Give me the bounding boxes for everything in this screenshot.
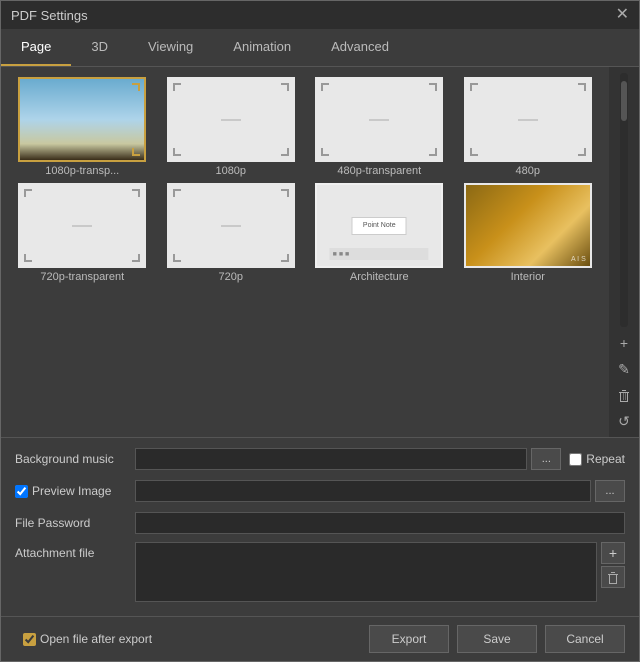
save-button[interactable]: Save bbox=[457, 625, 537, 653]
list-item[interactable]: A I S Interior bbox=[457, 183, 600, 283]
thumbnail-label: Architecture bbox=[350, 271, 409, 283]
footer-buttons: Export Save Cancel bbox=[369, 625, 625, 653]
thumbnail-label: 720p-transparent bbox=[40, 271, 124, 283]
bg-music-browse-button[interactable]: ... bbox=[531, 448, 561, 470]
thumbnail-label: Interior bbox=[511, 271, 545, 283]
thumbnail-label: 1080p bbox=[215, 165, 246, 177]
open-after-export-label: Open file after export bbox=[23, 632, 152, 646]
list-item[interactable]: 1080p-transp... bbox=[11, 77, 154, 177]
list-item[interactable]: 480p bbox=[457, 77, 600, 177]
thumbnail-image[interactable]: Point Note ■ ■ ■ bbox=[315, 183, 443, 268]
thumbnail-image[interactable] bbox=[167, 183, 295, 268]
edit-button[interactable]: ✎ bbox=[612, 357, 636, 381]
tab-3d[interactable]: 3D bbox=[71, 29, 128, 66]
tab-viewing[interactable]: Viewing bbox=[128, 29, 213, 66]
title-bar: PDF Settings ✕ bbox=[1, 1, 639, 29]
thumbnail-image[interactable]: A I S bbox=[464, 183, 592, 268]
bg-music-row: Background music ... Repeat bbox=[15, 446, 625, 472]
list-item[interactable]: 720p bbox=[160, 183, 303, 283]
delete-attachment-button[interactable] bbox=[601, 566, 625, 588]
tab-advanced[interactable]: Advanced bbox=[311, 29, 409, 66]
file-password-row: File Password bbox=[15, 510, 625, 536]
thumbnail-image[interactable] bbox=[18, 183, 146, 268]
thumbnail-grid: 1080p-transp... 1080p bbox=[11, 77, 599, 289]
dialog-title: PDF Settings bbox=[11, 8, 88, 23]
cancel-button[interactable]: Cancel bbox=[545, 625, 625, 653]
repeat-checkbox[interactable] bbox=[569, 453, 582, 466]
thumbnail-label: 1080p-transp... bbox=[45, 165, 119, 177]
thumbnail-image[interactable] bbox=[18, 77, 146, 162]
thumbnail-image[interactable] bbox=[464, 77, 592, 162]
file-password-input[interactable] bbox=[135, 512, 625, 534]
pdf-settings-dialog: PDF Settings ✕ Page 3D Viewing Animation… bbox=[0, 0, 640, 662]
thumbnail-label: 720p bbox=[219, 271, 243, 283]
tab-bar: Page 3D Viewing Animation Advanced bbox=[1, 29, 639, 67]
preview-image-checkbox[interactable] bbox=[15, 485, 28, 498]
footer-left: Open file after export bbox=[15, 632, 152, 646]
thumbnail-label: 480p bbox=[516, 165, 540, 177]
add-button[interactable]: + bbox=[612, 331, 636, 355]
bottom-form: Background music ... Repeat Preview Imag… bbox=[1, 437, 639, 616]
close-button[interactable]: ✕ bbox=[616, 7, 629, 23]
bg-music-input[interactable] bbox=[135, 448, 527, 470]
thumbnail-grid-panel: 1080p-transp... 1080p bbox=[1, 67, 609, 437]
preview-image-label: Preview Image bbox=[15, 484, 135, 498]
bg-music-label: Background music bbox=[15, 452, 135, 466]
file-password-label: File Password bbox=[15, 516, 135, 530]
delete-button[interactable] bbox=[612, 383, 636, 407]
attachment-textarea[interactable] bbox=[135, 542, 597, 602]
preview-image-row: Preview Image ... bbox=[15, 478, 625, 504]
preview-image-input[interactable] bbox=[135, 480, 591, 502]
list-item[interactable]: 1080p bbox=[160, 77, 303, 177]
preview-image-browse-button[interactable]: ... bbox=[595, 480, 625, 502]
export-button[interactable]: Export bbox=[369, 625, 449, 653]
footer: Open file after export Export Save Cance… bbox=[1, 616, 639, 661]
thumbnail-image[interactable] bbox=[167, 77, 295, 162]
tab-page[interactable]: Page bbox=[1, 29, 71, 66]
add-attachment-button[interactable]: + bbox=[601, 542, 625, 564]
thumbnail-image[interactable] bbox=[315, 77, 443, 162]
attachment-file-row: Attachment file + bbox=[15, 542, 625, 602]
tab-animation[interactable]: Animation bbox=[213, 29, 311, 66]
open-after-export-checkbox[interactable] bbox=[23, 633, 36, 646]
repeat-checkbox-label: Repeat bbox=[569, 452, 625, 466]
list-item[interactable]: Point Note ■ ■ ■ Architecture bbox=[308, 183, 451, 283]
sidebar-tools: + ✎ ↺ bbox=[609, 67, 639, 437]
list-item[interactable]: 480p-transparent bbox=[308, 77, 451, 177]
attachment-side-buttons: + bbox=[601, 542, 625, 588]
thumbnail-label: 480p-transparent bbox=[337, 165, 421, 177]
attachment-file-label: Attachment file bbox=[15, 542, 135, 560]
list-item[interactable]: 720p-transparent bbox=[11, 183, 154, 283]
content-area: 1080p-transp... 1080p bbox=[1, 67, 639, 437]
refresh-button[interactable]: ↺ bbox=[612, 409, 636, 433]
